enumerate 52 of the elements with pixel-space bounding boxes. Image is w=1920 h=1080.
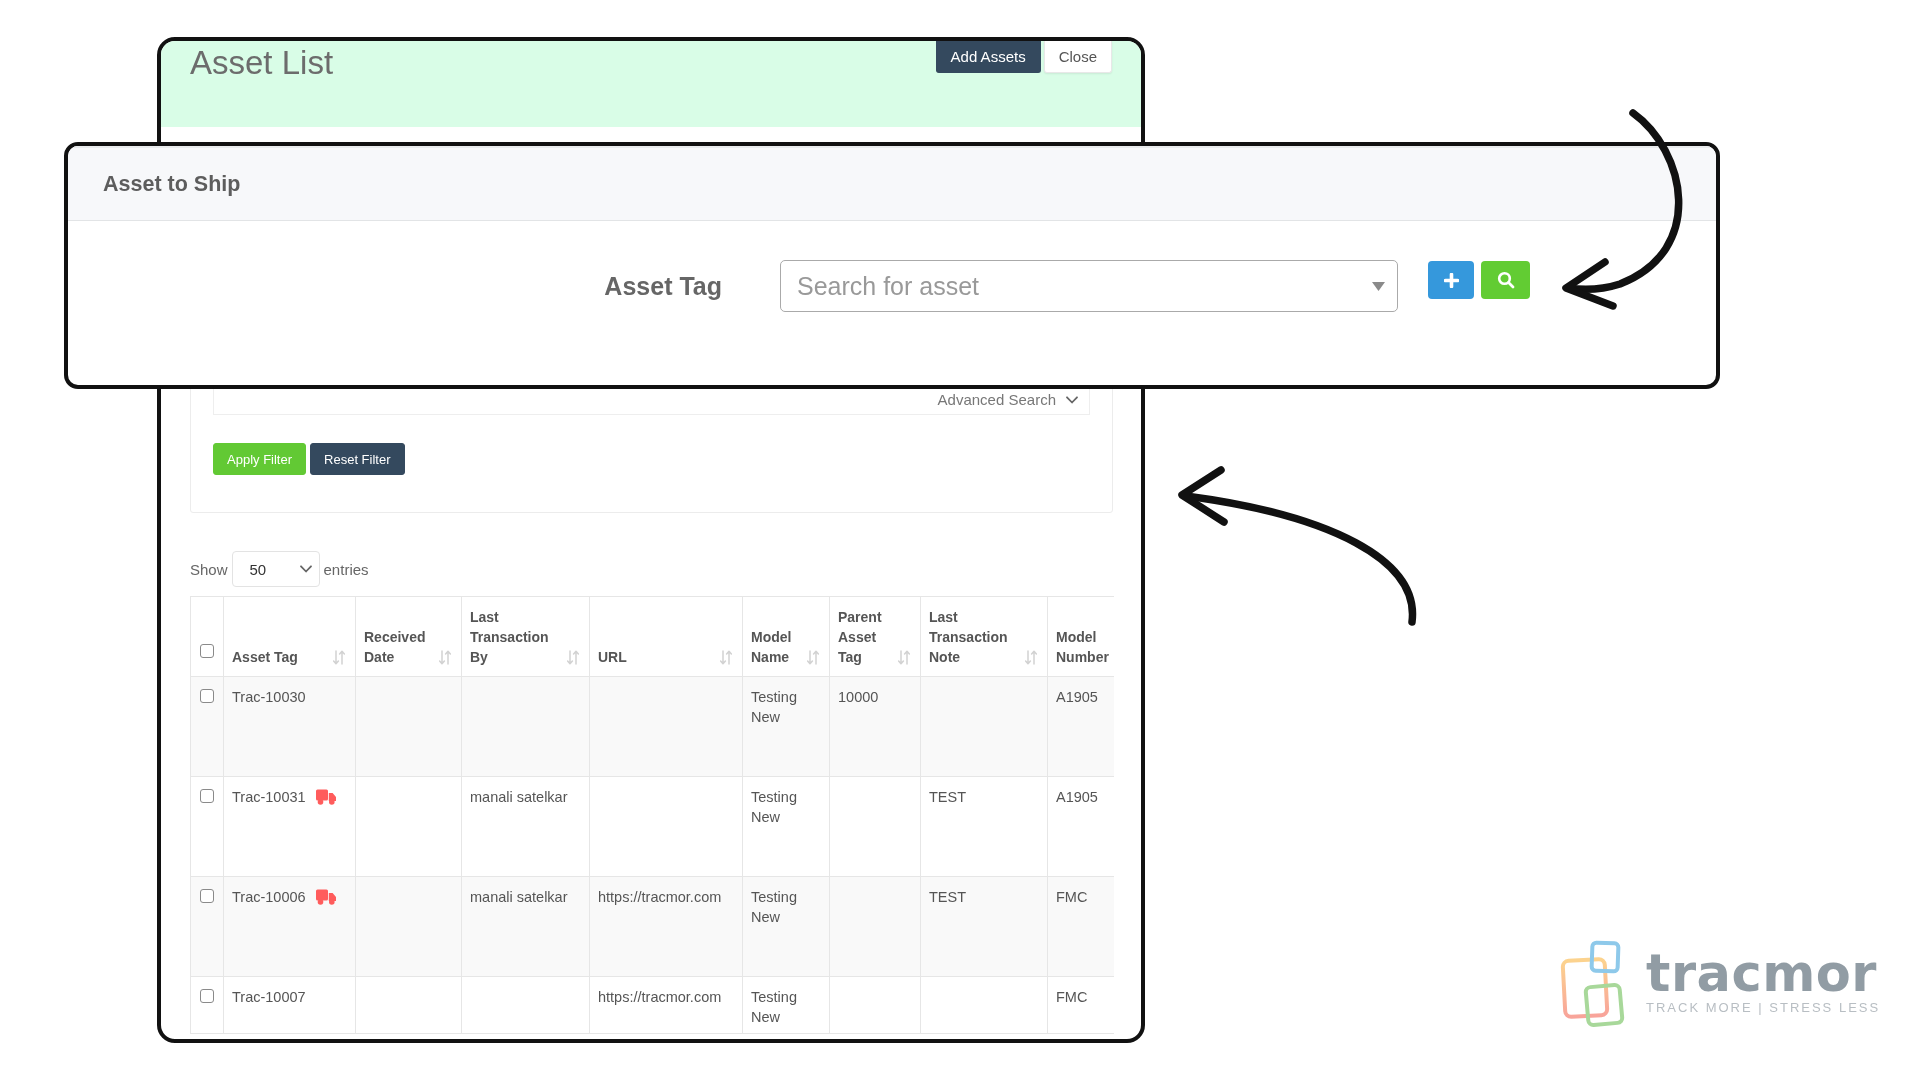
asset-tag-text: Trac-10006 bbox=[232, 888, 306, 907]
reset-filter-button[interactable]: Reset Filter bbox=[310, 443, 405, 475]
table-cell: Testing New bbox=[742, 676, 830, 777]
add-button[interactable] bbox=[1428, 261, 1474, 299]
row-checkbox[interactable] bbox=[200, 889, 214, 903]
caret-down-icon bbox=[1372, 282, 1385, 291]
table-cell: https://tracmor.com bbox=[589, 876, 743, 977]
page-length-select[interactable]: 50 bbox=[231, 551, 320, 587]
asset-tag-text: Trac-10031 bbox=[232, 788, 306, 807]
page-title: Asset List bbox=[190, 44, 334, 82]
table-cell: 10000 bbox=[829, 676, 921, 777]
asset-tag-text: Trac-10007 bbox=[232, 988, 306, 1007]
select-all-checkbox[interactable] bbox=[200, 644, 214, 658]
table-cell: manali satelkar bbox=[461, 776, 590, 877]
entries-label: entries bbox=[323, 560, 369, 578]
card-title: Asset to Ship bbox=[103, 171, 241, 197]
column-header: Model Number bbox=[1047, 596, 1114, 677]
table-cell: TEST bbox=[920, 876, 1048, 977]
column-header[interactable]: Asset Tag bbox=[223, 596, 356, 677]
table-cell: TEST bbox=[920, 776, 1048, 877]
row-checkbox[interactable] bbox=[200, 689, 214, 703]
table-cell: A1905 bbox=[1047, 676, 1114, 777]
logo-icon bbox=[1560, 940, 1626, 1028]
logo-tagline: TRACK MORE | STRESS LESS bbox=[1646, 1000, 1881, 1015]
add-assets-button[interactable]: Add Assets bbox=[935, 41, 1041, 73]
table-cell: Testing New bbox=[742, 876, 830, 977]
row-checkbox[interactable] bbox=[200, 789, 214, 803]
table-cell: https://tracmor.com bbox=[589, 976, 743, 1034]
table-cell: Testing New bbox=[742, 976, 830, 1034]
chevron-down-icon bbox=[299, 565, 312, 573]
column-header[interactable]: Last Transaction By bbox=[461, 596, 590, 677]
plus-icon bbox=[1443, 272, 1459, 288]
table-cell: Testing New bbox=[742, 776, 830, 877]
table-cell: manali satelkar bbox=[461, 876, 590, 977]
advanced-search-toggle[interactable]: Advanced Search bbox=[937, 391, 1078, 409]
close-button[interactable]: Close bbox=[1043, 41, 1112, 73]
table-cell: FMC bbox=[1047, 876, 1114, 977]
field-label: Asset Tag bbox=[604, 271, 722, 301]
table-cell: A1905 bbox=[1047, 776, 1114, 877]
search-button[interactable] bbox=[1481, 261, 1530, 299]
search-icon bbox=[1496, 271, 1515, 289]
logo-wordmark: tracmor bbox=[1646, 948, 1878, 1000]
asset-tag-text: Trac-10030 bbox=[232, 688, 306, 707]
table-cell: FMC bbox=[1047, 976, 1114, 1034]
column-header[interactable]: Received Date bbox=[355, 596, 462, 677]
column-header[interactable]: Model Name bbox=[742, 596, 830, 677]
column-header[interactable]: Last Transaction Note bbox=[920, 596, 1048, 677]
search-field[interactable]: Search for asset bbox=[780, 260, 1398, 312]
row-checkbox[interactable] bbox=[200, 989, 214, 1003]
column-header[interactable]: URL bbox=[589, 596, 743, 677]
column-header[interactable]: Parent Asset Tag bbox=[829, 596, 921, 677]
show-label: Show bbox=[190, 560, 228, 578]
